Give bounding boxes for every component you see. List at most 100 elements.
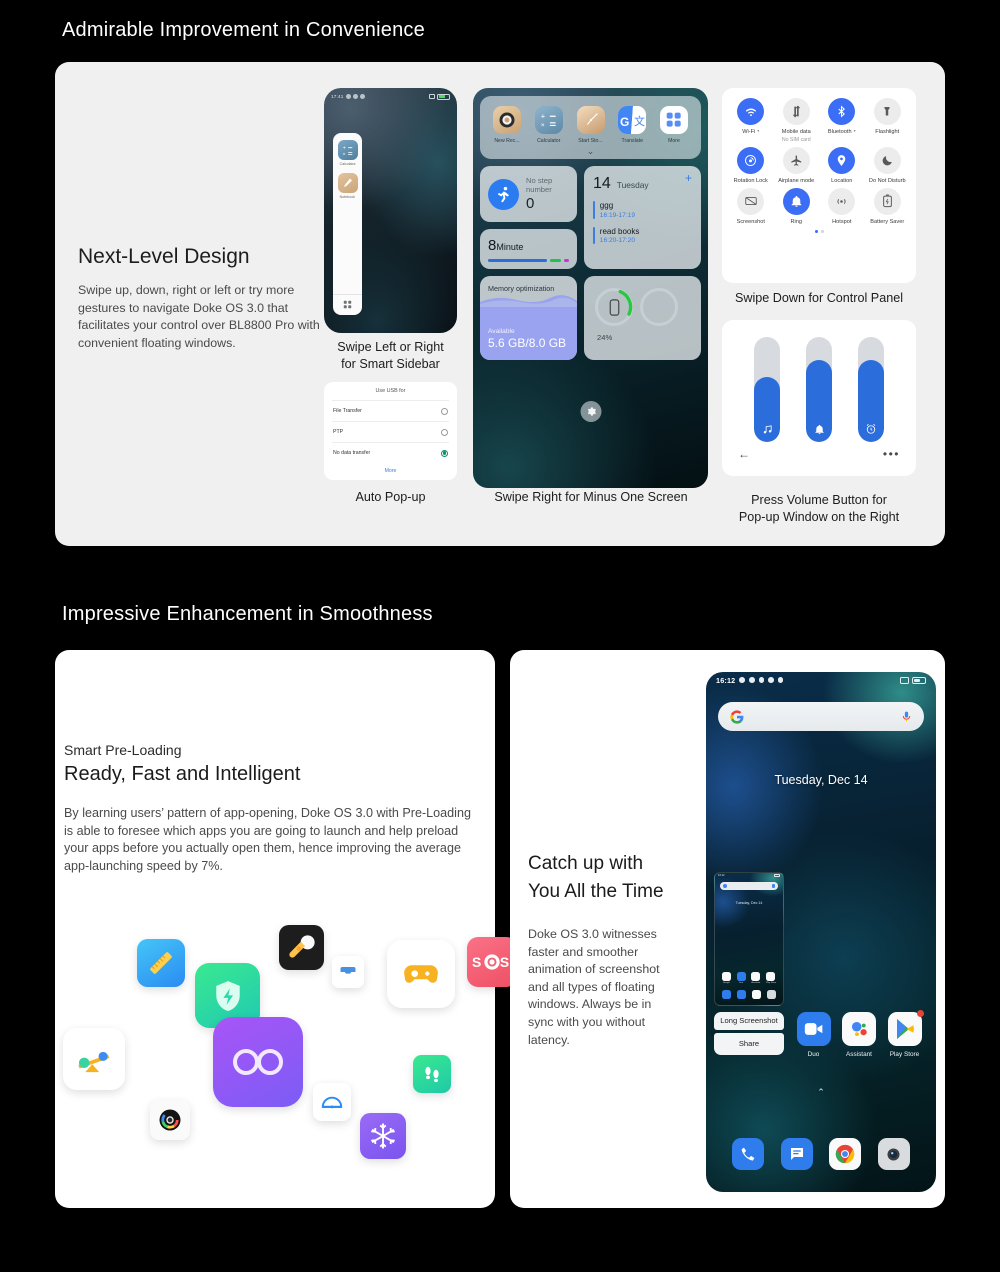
long-screenshot-button[interactable]: Long Screenshot — [714, 1012, 784, 1030]
tray-app-recorder[interactable]: New Rec... — [489, 106, 525, 144]
status-dot-icon — [359, 94, 365, 99]
tile-screenshot[interactable]: Screenshot — [728, 187, 773, 225]
flashlight-icon — [873, 98, 901, 125]
chevron-down-icon[interactable]: ⌄ — [486, 145, 695, 157]
tray-app-label: New Rec... — [494, 138, 520, 144]
volume-slider-ring[interactable] — [806, 337, 832, 442]
tile-flashlight[interactable]: Flashlight — [865, 98, 910, 143]
control-panel-row: Rotation Lock Airplane mode Location Do … — [728, 146, 910, 184]
svg-text:+: + — [343, 145, 346, 151]
calendar-weekday: Tuesday — [616, 180, 649, 190]
radio-button[interactable] — [441, 407, 448, 415]
tray-app-label: Calculator — [537, 138, 561, 144]
radio-button-selected[interactable] — [441, 449, 448, 457]
tile-location[interactable]: Location — [819, 146, 864, 184]
step-widget-value: 0 — [526, 195, 535, 213]
sidebar-item-notebook[interactable]: Notebook — [337, 173, 358, 200]
smart-sidebar-phone: 17:41 + × Calculator Notebook — [324, 88, 457, 333]
tray-app-label: Start Sto... — [578, 138, 603, 144]
chevron-down-icon[interactable]: ▾ — [757, 128, 759, 133]
app-assistant[interactable]: Assistant — [838, 1012, 881, 1058]
chevron-down-icon[interactable]: ▾ — [854, 128, 856, 133]
tile-label: Location — [831, 177, 853, 184]
screenshot-preview-thumbnail[interactable]: 16:12 Tuesday, Dec 14 Google Duo Assista… — [714, 872, 784, 1006]
tray-app-calculator[interactable]: + × Calculator — [531, 106, 567, 144]
app-duo[interactable]: Duo — [792, 1012, 835, 1058]
sidebar-item-label: Notebook — [339, 194, 356, 200]
app-play-store[interactable]: Play Store — [883, 1010, 926, 1058]
tile-label: Screenshot — [736, 218, 765, 225]
tile-rotation-lock[interactable]: Rotation Lock — [728, 146, 773, 184]
svg-text:S: S — [472, 954, 481, 970]
usb-more-link[interactable]: More — [332, 468, 449, 474]
gear-icon[interactable] — [580, 401, 601, 422]
tile-label: Ring — [790, 218, 802, 225]
ruler-icon — [137, 939, 185, 987]
tile-do-not-disturb[interactable]: Do Not Disturb — [865, 146, 910, 184]
battery-widget[interactable]: 24% — [584, 276, 701, 360]
chrome-icon[interactable] — [829, 1138, 862, 1170]
tile-ring[interactable]: Ring — [774, 187, 819, 225]
radio-button[interactable] — [441, 428, 448, 436]
catchup-phone-mockup: 16:12 Tuesday, Dec 14 16:12 Tuesday, Dec… — [706, 672, 936, 1192]
messages-icon[interactable] — [780, 1138, 813, 1170]
phone-icon[interactable] — [732, 1138, 765, 1170]
moon-icon — [873, 146, 901, 174]
usb-popup-dialog[interactable]: Use USB for File Transfer PTP No data tr… — [324, 382, 457, 480]
tile-mobile-data[interactable]: Mobile data No SIM card — [774, 98, 819, 143]
svg-text:文: 文 — [634, 114, 645, 128]
sidebar-grid-button[interactable] — [333, 294, 362, 315]
svg-text:×: × — [541, 122, 545, 129]
mini-status-bar: 17:41 — [324, 91, 457, 102]
calendar-event[interactable]: ggg 16:19-17:19 — [593, 201, 692, 219]
back-arrow-icon[interactable]: ← — [738, 448, 750, 460]
snowflake-icon — [360, 1113, 406, 1159]
volume-popup-panel[interactable]: ← ••• — [722, 320, 916, 476]
volume-slider-alarm[interactable] — [858, 337, 884, 442]
more-dots-icon[interactable]: ••• — [883, 448, 900, 460]
widget-column-left: No step number 0 8 Minute — [480, 166, 577, 269]
share-button[interactable]: Share — [714, 1033, 784, 1055]
sidebar-item-calculator[interactable]: + × Calculator — [337, 140, 358, 166]
tray-app-translate[interactable]: G 文 Translate — [614, 106, 650, 144]
calendar-event[interactable]: read books 16:20-17:20 — [593, 226, 692, 244]
catchup-heading-line1: Catch up with — [528, 853, 644, 874]
bell-icon — [806, 424, 832, 435]
control-panel[interactable]: Wi-Fi ▾ Mobile data No SIM card Bluetoot… — [722, 88, 916, 283]
memory-optimization-widget[interactable]: Memory optimization Available 5.6 GB/8.0… — [480, 276, 577, 360]
tile-hotspot[interactable]: Hotspot — [819, 187, 864, 225]
tile-wifi[interactable]: Wi-Fi ▾ — [728, 98, 773, 143]
catchup-heading: Catch up with You All the Time — [528, 850, 664, 906]
usb-option-row[interactable]: No data transfer — [332, 442, 449, 463]
widget-column-right: + 14 Tuesday ggg 16:19-17:19 read books … — [584, 166, 701, 269]
minute-widget[interactable]: 8 Minute — [480, 229, 577, 269]
calendar-widget[interactable]: + 14 Tuesday ggg 16:19-17:19 read books … — [584, 166, 701, 269]
volume-slider-media[interactable] — [754, 337, 780, 442]
phone-status-bar: 16:12 — [706, 672, 936, 688]
step-counter-widget[interactable]: No step number 0 — [480, 166, 577, 222]
minute-progress-bars — [488, 259, 569, 262]
more-grid-icon — [660, 106, 688, 134]
usb-option-row[interactable]: File Transfer — [332, 400, 449, 421]
apps-tray[interactable]: New Rec... + × Calculator Start Sto... G… — [480, 96, 701, 159]
app-label: Play Store — [889, 1051, 920, 1058]
smart-sidebar-panel[interactable]: + × Calculator Notebook — [333, 133, 362, 315]
chevron-up-icon[interactable]: ⌃ — [817, 1087, 825, 1098]
add-event-button[interactable]: + — [685, 172, 692, 184]
tray-app-stopwatch[interactable]: Start Sto... — [573, 106, 609, 144]
microphone-icon — [902, 711, 911, 722]
widget-grid: No step number 0 8 Minute + 14 Tuesday g… — [480, 166, 701, 269]
camera-icon[interactable] — [877, 1138, 910, 1170]
google-search-bar[interactable] — [718, 702, 924, 731]
tile-battery-saver[interactable]: Battery Saver — [865, 187, 910, 225]
usb-option-row[interactable]: PTP — [332, 421, 449, 442]
tile-bluetooth[interactable]: Bluetooth ▾ — [819, 98, 864, 143]
tile-airplane-mode[interactable]: Airplane mode — [774, 146, 819, 184]
control-panel-caption: Swipe Down for Control Panel — [735, 291, 903, 305]
svg-text:×: × — [343, 151, 346, 157]
tile-label: Battery Saver — [870, 218, 905, 225]
memory-widget-sub: Available — [488, 328, 515, 335]
control-panel-row: Screenshot Ring Hotspot Battery Saver — [728, 187, 910, 225]
location-pin-icon — [828, 146, 856, 174]
tray-app-more[interactable]: More — [656, 106, 692, 144]
